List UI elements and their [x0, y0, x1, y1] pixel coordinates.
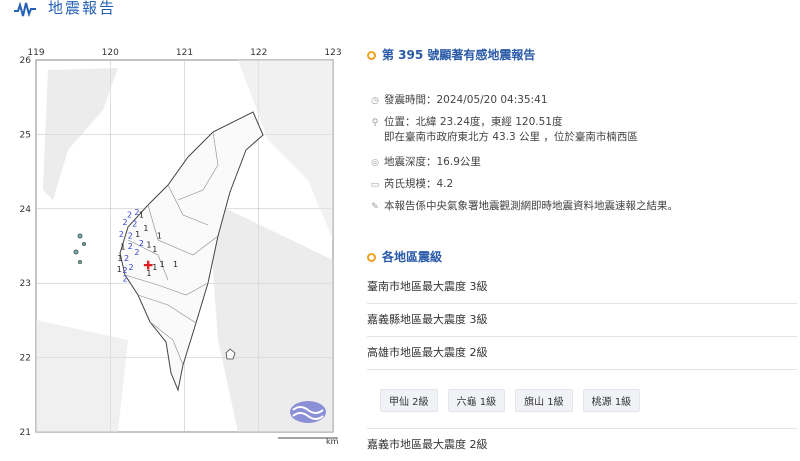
intensity-mark: 1	[173, 260, 178, 269]
intensity-mark: 2	[127, 211, 132, 220]
town-chip: 旗山 1級	[515, 389, 573, 412]
intensity-mark: 1	[135, 230, 140, 239]
pencil-icon: ✎	[371, 202, 379, 212]
intensity-mark: 1	[152, 245, 157, 254]
cwa-emblem-icon	[290, 401, 326, 423]
town-chip: 甲仙 2級	[380, 389, 438, 412]
latitude-label: 23	[20, 279, 31, 289]
kaohsiung-town-list: 甲仙 2級 六龜 1級 旗山 1級 桃源 1級	[380, 389, 650, 412]
town-chip: 桃源 1級	[582, 389, 641, 412]
intensity-mark: 2	[139, 239, 144, 248]
origin-time-text: 發震時間：2024/05/20 04:35:41	[384, 94, 548, 106]
intensity-mark: 2	[123, 218, 128, 227]
latitude-label: 25	[20, 130, 31, 140]
intensity-mark: 1	[120, 243, 125, 252]
bullet-icon	[367, 51, 376, 60]
seismograph-logo-icon	[14, 2, 36, 18]
magnitude-text: 芮氏規模：4.2	[384, 178, 454, 190]
report-note-text: 本報告係中央氣象署地震觀測網即時地震資料地震速報之結果。	[384, 200, 678, 212]
magnitude: ▭ 芮氏規模：4.2	[370, 176, 453, 191]
longitude-label: 120	[102, 48, 119, 58]
intensity-mark: 2	[128, 263, 133, 272]
report-note: ✎ 本報告係中央氣象署地震觀測網即時地震資料地震速報之結果。	[370, 198, 678, 213]
longitude-label: 121	[176, 48, 193, 58]
clock-icon: ◷	[371, 96, 379, 106]
intensity-mark: 1	[117, 254, 122, 263]
intensity-section-title-text: 各地區震級	[382, 250, 443, 264]
intensity-mark: 2	[119, 230, 124, 239]
latitude-label: 26	[20, 56, 32, 66]
magnitude-icon: ▭	[370, 180, 380, 190]
region-row-tainan[interactable]: 臺南市地區最大震度 3級	[367, 271, 797, 304]
intensity-mark: 1	[157, 232, 162, 241]
report-title: 第 395 號顯著有感地震報告	[367, 46, 535, 63]
epicenter-location: ⚲ 位置：北緯 23.24度，東經 120.51度	[370, 114, 563, 129]
scale-unit-label: km	[326, 437, 339, 446]
intensity-mark: 1	[139, 211, 144, 220]
longitude-label: 123	[324, 48, 341, 58]
intensity-mark: 2	[132, 220, 137, 229]
intensity-mark: 1	[117, 265, 122, 274]
report-title-text: 第 395 號顯著有感地震報告	[382, 48, 536, 62]
latitude-label: 21	[20, 428, 31, 438]
location-detail: 即在臺南市政府東北方 43.3 公里 ，位於臺南市楠西區	[384, 131, 638, 143]
page-title: 地震報告	[48, 0, 117, 17]
location-text: 位置：北緯 23.24度，東經 120.51度	[384, 116, 563, 128]
region-row-chiayi-city[interactable]: 嘉義市地區最大震度 2級	[367, 428, 797, 461]
earthquake-intensity-map[interactable]: 119 120 121 122 123262524232221 22 12 2 12 2 1 12 1…	[8, 40, 353, 450]
longitude-label: 122	[250, 48, 267, 58]
latitude-label: 24	[20, 205, 32, 215]
epicenter-icon: ✚	[143, 258, 153, 272]
app-header: 地震報告	[0, 0, 800, 22]
location-pin-icon: ⚲	[371, 118, 379, 128]
latitude-label: 22	[20, 354, 31, 364]
depth-text: 地震深度：16.9公里	[384, 156, 481, 168]
intensity-mark: 2	[134, 248, 139, 257]
focal-depth: ◎ 地震深度：16.9公里	[370, 154, 481, 169]
region-row-chiayi-county[interactable]: 嘉義縣地區最大震度 3級	[367, 304, 797, 337]
bullet-icon	[367, 253, 376, 262]
intensity-mark: 2	[128, 232, 133, 241]
intensity-mark: 2	[123, 266, 128, 275]
town-chip: 六龜 1級	[447, 389, 506, 412]
intensity-mark: 1	[143, 224, 148, 233]
intensity-mark: 2	[124, 254, 129, 263]
origin-time: ◷ 發震時間：2024/05/20 04:35:41	[370, 92, 548, 107]
intensity-mark: 2	[128, 242, 133, 251]
intensity-mark: 1	[160, 260, 165, 269]
intensity-mark: 2	[123, 275, 128, 284]
region-row-kaohsiung[interactable]: 高雄市地區最大震度 2級	[367, 337, 797, 370]
intensity-mark: 1	[146, 240, 151, 249]
depth-icon: ◎	[371, 158, 379, 168]
intensity-section-title: 各地區震級	[367, 248, 442, 265]
